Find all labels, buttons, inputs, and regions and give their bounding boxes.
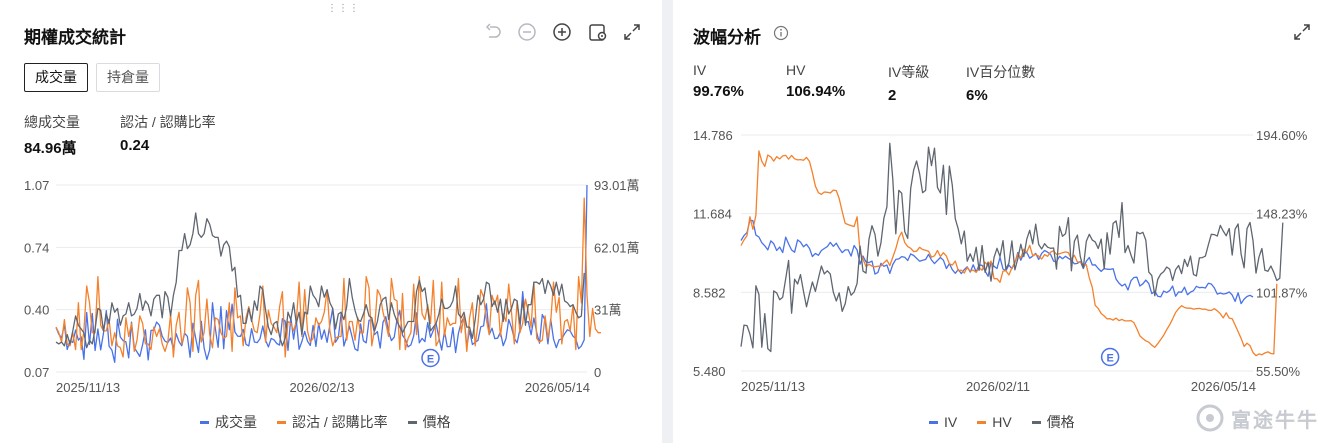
legend-label: 成交量 <box>215 414 257 430</box>
legend-swatch <box>929 420 938 424</box>
legend-label: 認沽 / 認購比率 <box>292 414 388 430</box>
y-left-tick-label: 0.07 <box>24 365 49 380</box>
legend-item-volume[interactable]: 成交量 <box>200 412 257 432</box>
earnings-event-label: E <box>1106 353 1113 365</box>
y-right-tick-label: 93.01萬 <box>594 178 640 193</box>
legend-item-iv[interactable]: IV <box>929 412 957 432</box>
y-left-tick-label: 5.480 <box>693 364 726 379</box>
volatility-chart[interactable]: 14.786 11.684 8.582 5.480 194.60% 148.23% 101.… <box>673 0 1323 443</box>
legend-swatch <box>200 420 209 424</box>
legend-label: 價格 <box>422 414 451 430</box>
y-left-tick-label: 11.684 <box>693 207 732 222</box>
watermark-logo: 富途牛牛 <box>1195 403 1319 433</box>
x-tick-label: 2026/05/14 <box>525 380 590 395</box>
series-line-iv <box>740 219 1254 305</box>
x-tick-label: 2026/05/14 <box>1191 379 1256 394</box>
y-right-tick-label: 0 <box>594 365 601 380</box>
series-line-hv <box>740 150 1278 357</box>
series-line-volume <box>55 184 588 363</box>
legend-item-hv[interactable]: HV <box>977 412 1012 432</box>
earnings-event-label: E <box>427 354 434 366</box>
y-right-tick-label: 55.50% <box>1256 364 1301 379</box>
volume-chart[interactable]: 1.07 0.74 0.40 0.07 93.01萬 62.01萬 31萬 0 2025/11/… <box>0 0 662 443</box>
legend-swatch <box>277 420 286 424</box>
legend-swatch <box>977 420 987 424</box>
y-left-tick-label: 0.74 <box>24 240 49 255</box>
y-right-tick-label: 31萬 <box>594 303 621 318</box>
y-right-tick-label: 62.01萬 <box>594 240 640 255</box>
volatility-legend: IV HV 價格 <box>929 412 1075 432</box>
x-tick-label: 2025/11/13 <box>741 379 805 394</box>
watermark-text: 富途牛牛 <box>1231 409 1319 432</box>
legend-swatch <box>407 420 417 424</box>
option-volume-panel: ⋮⋮⋮ 期權成交統計 成交量 持倉量 總成交量 84.96萬 認沽 / 認購比率… <box>0 0 662 443</box>
legend-item-price[interactable]: 價格 <box>1031 412 1075 432</box>
y-left-tick-label: 14.786 <box>693 128 733 143</box>
legend-label: IV <box>944 414 958 430</box>
legend-label: 價格 <box>1046 414 1075 430</box>
legend-label: HV <box>992 414 1012 430</box>
legend-item-price[interactable]: 價格 <box>407 412 451 432</box>
y-right-tick-label: 148.23% <box>1256 207 1308 222</box>
y-left-tick-label: 0.40 <box>24 303 49 318</box>
y-right-tick-label: 101.87% <box>1256 285 1308 300</box>
legend-item-put-call-ratio[interactable]: 認沽 / 認購比率 <box>277 412 388 432</box>
x-tick-label: 2026/02/11 <box>966 379 1030 394</box>
y-left-tick-label: 1.07 <box>24 178 49 193</box>
y-right-tick-label: 194.60% <box>1256 128 1308 143</box>
legend-swatch <box>1031 420 1041 424</box>
series-line-price <box>740 142 1284 353</box>
volatility-panel: 波幅分析 IV 99.76% HV 106.94% IV等級 2 IV百分位數 … <box>673 0 1323 443</box>
futu-logo-icon <box>1196 404 1224 432</box>
x-tick-label: 2025/11/13 <box>56 380 120 395</box>
volume-legend: 成交量 認沽 / 認購比率 價格 <box>200 412 451 432</box>
x-tick-label: 2026/02/13 <box>289 380 354 395</box>
y-left-tick-label: 8.582 <box>693 285 726 300</box>
